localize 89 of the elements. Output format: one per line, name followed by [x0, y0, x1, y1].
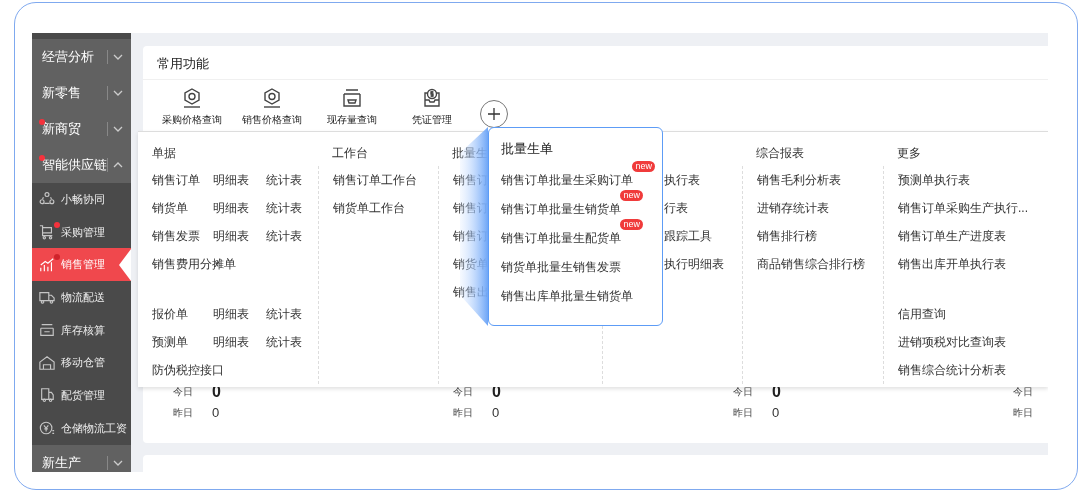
sidebar-item[interactable]: 库存核算 [32, 313, 131, 347]
menu-link[interactable]: 执行表 [664, 171, 700, 189]
shortcut-button[interactable]: 采购价格查询 [152, 88, 232, 127]
menu-link[interactable]: 进销项税对比查询表 [898, 333, 1006, 351]
menu-link[interactable]: 明细表 [213, 199, 266, 217]
menu-link[interactable]: 销售毛利分析表 [757, 171, 841, 189]
menu-link[interactable]: 明细表 [213, 305, 266, 323]
gear-icon [262, 88, 282, 108]
menu-link[interactable]: 统计表 [266, 305, 318, 323]
menu-link[interactable]: 跟踪工具 [664, 227, 712, 245]
sidebar-group[interactable]: 新商贸 [32, 111, 131, 147]
stat-label: 昨日 [733, 405, 754, 420]
menu-link[interactable]: 商品销售综合排行榜 [757, 255, 865, 273]
tray-icon [342, 88, 362, 108]
menu-link[interactable]: 销售订单 [152, 171, 213, 189]
menu-link[interactable]: 预测单 [152, 333, 213, 351]
stat-value: 0 [492, 405, 501, 420]
dollar-icon [422, 88, 442, 108]
menu-link[interactable]: 销售订单批量生采购订单 [501, 173, 633, 187]
stat-label: 昨日 [173, 405, 194, 420]
menu-link[interactable]: 统计表 [266, 171, 318, 189]
menu-link[interactable]: 销售出库开单执行表 [898, 255, 1006, 273]
menu-link[interactable]: 销售订单批量生销货单 [501, 202, 621, 216]
menu-link[interactable]: 防伪税控接口 [152, 361, 224, 379]
truck-icon [39, 387, 55, 404]
gear-icon [182, 88, 202, 108]
warehouse-icon [39, 354, 55, 371]
new-badge: new [620, 219, 643, 230]
menu-link[interactable]: 行表 [664, 199, 688, 217]
menu-link[interactable]: 统计表 [266, 227, 318, 245]
sidebar-item[interactable]: 物流配送 [32, 281, 131, 314]
menu-link[interactable]: 销售订单生产进度表 [898, 227, 1006, 245]
menu-link[interactable]: 销售订单批量生配货单 [501, 231, 621, 245]
sidebar-group[interactable]: 新零售 [32, 75, 131, 111]
menu-heading: 更多 [896, 145, 921, 162]
sidebar-group[interactable]: 智能供应链 [32, 147, 131, 183]
add-icon [487, 107, 501, 121]
card-title: 常用功能 [143, 46, 1048, 80]
menu-link[interactable]: 信用查询 [898, 305, 946, 323]
popup-title: 批量生单 [501, 141, 554, 158]
menu-link[interactable]: 销货单工作台 [333, 199, 405, 217]
menu-link[interactable]: 统计表 [266, 333, 318, 351]
menu-link[interactable]: 执行明细表 [664, 255, 724, 273]
new-badge: new [632, 161, 655, 172]
menu-link[interactable]: 明细表 [213, 171, 266, 189]
stat-label: 昨日 [453, 405, 474, 420]
shortcut-button[interactable]: 销售价格查询 [232, 88, 312, 127]
menu-link[interactable]: 统计表 [266, 199, 318, 217]
menu-link[interactable]: 销售订单采购生产执行... [898, 199, 1028, 217]
menu-link[interactable]: 进销存统计表 [757, 199, 829, 217]
menu-link[interactable]: 销售订单工作台 [333, 171, 417, 189]
add-button[interactable] [480, 100, 508, 128]
truck-icon [39, 289, 55, 306]
sidebar-item[interactable]: 仓储物流工资 [32, 411, 131, 445]
sidebar-item[interactable]: 采购管理 [32, 215, 131, 249]
chart-icon [39, 256, 55, 273]
stat-label: 昨日 [1013, 405, 1034, 420]
menu-heading: 工作台 [331, 145, 368, 162]
cart-icon [39, 224, 55, 241]
shortcut-button[interactable]: 现存量查询 [312, 88, 392, 127]
menu-link[interactable]: 明细表 [213, 227, 266, 245]
menu-link[interactable]: 销货单 [152, 199, 213, 217]
new-badge: new [620, 190, 643, 201]
menu-link[interactable]: 销售费用分摊单 [152, 255, 236, 273]
sidebar-group[interactable]: 经营分析 [32, 39, 131, 75]
stat-label: 今日 [1013, 384, 1034, 399]
menu-link[interactable]: 销售出库单批量生销货单 [501, 289, 633, 303]
sidebar-item[interactable]: 销售管理 [32, 248, 131, 282]
sidebar-item[interactable]: 移动仓管 [32, 346, 131, 380]
stat-value: 0 [772, 405, 781, 420]
menu-link[interactable]: 销售排行榜 [757, 227, 817, 245]
menu-heading: 单据 [151, 145, 176, 162]
stat-value: 0 [212, 405, 221, 420]
menu-heading: 综合报表 [755, 145, 804, 162]
sidebar-item[interactable]: 小畅协同 [32, 183, 131, 216]
sidebar-group[interactable]: 新生产 [32, 444, 131, 472]
stat-label: 今日 [733, 384, 754, 399]
sidebar-item[interactable]: 配货管理 [32, 379, 131, 412]
menu-link[interactable]: 销货单批量生销售发票 [501, 260, 621, 274]
tray-icon [39, 322, 55, 339]
stat-label: 今日 [453, 384, 474, 399]
menu-link[interactable]: 预测单执行表 [898, 171, 970, 189]
stat-label: 今日 [173, 384, 194, 399]
shortcut-button[interactable]: 凭证管理 [392, 88, 472, 127]
menu-link[interactable]: 销售综合统计分析表 [898, 361, 1006, 379]
menu-link[interactable]: 明细表 [213, 333, 266, 351]
menu-link[interactable]: 报价单 [152, 305, 213, 323]
menu-link[interactable]: 销售发票 [152, 227, 213, 245]
coin-icon [39, 420, 55, 437]
